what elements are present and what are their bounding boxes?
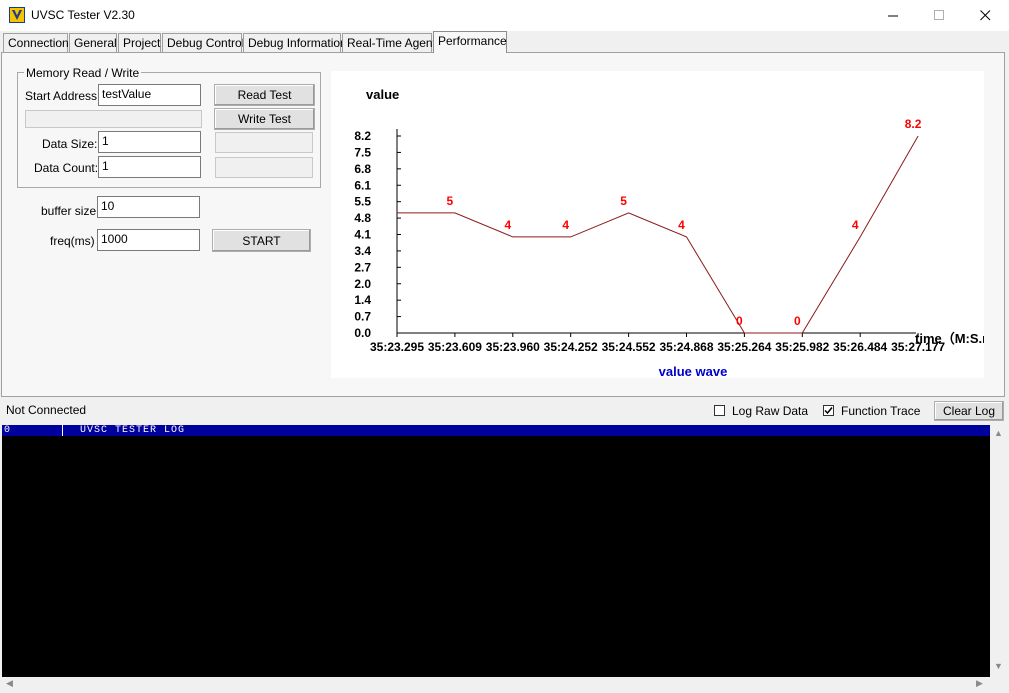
log-output[interactable] xyxy=(2,425,990,677)
data-label: 5 xyxy=(447,194,454,208)
data-label: 8.2 xyxy=(905,117,922,131)
data-count-input[interactable]: 1 xyxy=(98,156,201,178)
clear-log-button[interactable]: Clear Log xyxy=(934,401,1004,421)
tab-connection[interactable]: Connection xyxy=(3,33,69,52)
y-tick-label: 2.7 xyxy=(354,260,371,274)
log-raw-data-checkbox[interactable] xyxy=(714,405,725,416)
scroll-up-icon[interactable]: ▲ xyxy=(994,428,1003,438)
memory-result-field xyxy=(25,110,202,128)
memory-group-label: Memory Read / Write xyxy=(24,66,142,80)
y-tick-label: 6.8 xyxy=(354,162,371,176)
data-label: 4 xyxy=(852,218,859,232)
y-tick-label: 1.4 xyxy=(354,293,371,307)
close-icon xyxy=(979,10,990,21)
y-tick-label: 3.4 xyxy=(354,244,371,258)
connection-status: Not Connected xyxy=(6,403,87,417)
read-test-button[interactable]: Read Test xyxy=(214,84,315,106)
tab-debug-control[interactable]: Debug Control xyxy=(162,33,244,52)
x-tick-label: 35:23.295 xyxy=(370,340,424,354)
y-axis-label: value xyxy=(366,87,399,102)
write-test-button[interactable]: Write Test xyxy=(214,108,315,130)
y-tick-label: 6.1 xyxy=(354,178,371,192)
freq-input[interactable]: 1000 xyxy=(97,229,200,251)
chart-title: value wave xyxy=(659,364,728,378)
data-label: 0 xyxy=(736,314,743,328)
chart-canvas: 0.0 0.7 1.4 2.0 2.7 3.4 4.1 4.8 5.5 6.1 6.8 7.5 8.2 3… xyxy=(354,87,1001,379)
function-trace-label: Function Trace xyxy=(841,404,921,418)
y-tick-label: 4.1 xyxy=(354,228,371,242)
minimize-button[interactable] xyxy=(870,0,916,31)
y-tick-label: 5.5 xyxy=(354,195,371,209)
tab-debug-information[interactable]: Debug Information xyxy=(243,33,347,52)
data-label: 5 xyxy=(620,194,627,208)
log-header: 0 UVSC TESTER LOG xyxy=(2,425,990,436)
scroll-down-icon[interactable]: ▼ xyxy=(994,661,1003,671)
maximize-button[interactable] xyxy=(916,0,962,31)
x-tick-label: 35:24.552 xyxy=(602,340,656,354)
log-vertical-scrollbar[interactable]: ▲ ▼ xyxy=(990,425,1006,677)
data-label: 0 xyxy=(794,314,801,328)
x-tick-label: 35:25.264 xyxy=(717,340,771,354)
minimize-icon xyxy=(887,15,898,17)
app-icon xyxy=(9,7,25,23)
y-tick-label: 7.5 xyxy=(354,145,371,159)
data-count-extra-field xyxy=(215,157,313,178)
y-tick-label: 0.7 xyxy=(354,310,371,324)
data-size-label: Data Size: xyxy=(42,137,98,151)
x-tick-label: 35:23.609 xyxy=(428,340,482,354)
y-tick-label: 8.2 xyxy=(354,129,371,143)
log-horizontal-scrollbar[interactable]: ◀ ▶ xyxy=(2,677,990,691)
close-button[interactable] xyxy=(962,0,1008,31)
data-size-extra-field xyxy=(215,132,313,153)
function-trace-checkbox[interactable] xyxy=(823,405,834,416)
freq-label: freq(ms) xyxy=(50,234,95,248)
maximize-icon xyxy=(933,10,944,20)
tab-project[interactable]: Project xyxy=(118,33,161,52)
window-title: UVSC Tester V2.30 xyxy=(31,8,135,22)
x-tick-label: 35:26.484 xyxy=(833,340,887,354)
start-address-input[interactable]: testValue xyxy=(98,84,201,106)
x-tick-label: 35:24.252 xyxy=(544,340,598,354)
data-size-input[interactable]: 1 xyxy=(98,131,201,153)
scroll-right-icon[interactable]: ▶ xyxy=(976,678,983,689)
scroll-left-icon[interactable]: ◀ xyxy=(6,678,13,689)
data-label: 4 xyxy=(504,218,511,232)
title-bar xyxy=(0,0,1009,31)
x-axis-label: time（M:S.ms xyxy=(915,331,984,346)
tab-real-time-agent[interactable]: Real-Time Agent xyxy=(342,33,436,52)
x-tick-label: 35:24.868 xyxy=(659,340,713,354)
y-tick-label: 0.0 xyxy=(354,326,371,340)
log-header-title: UVSC TESTER LOG xyxy=(80,425,186,436)
data-count-label: Data Count: xyxy=(34,161,99,175)
series-line xyxy=(397,135,919,334)
start-address-label: Start Address: xyxy=(25,89,101,103)
value-wave-chart: 0.0 0.7 1.4 2.0 2.7 3.4 4.1 4.8 5.5 6.1 6.8 7.5 8.2 3… xyxy=(331,71,1001,379)
data-label: 4 xyxy=(678,218,685,232)
y-tick-label: 2.0 xyxy=(354,277,371,291)
data-label: 4 xyxy=(562,218,569,232)
log-header-index: 0 xyxy=(4,425,11,436)
tab-general[interactable]: General xyxy=(69,33,117,52)
checkmark-icon xyxy=(824,407,833,415)
tab-performance[interactable]: Performance xyxy=(433,31,507,53)
x-tick-label: 35:23.960 xyxy=(486,340,540,354)
x-tick-label: 35:25.982 xyxy=(775,340,829,354)
y-tick-label: 4.8 xyxy=(354,211,371,225)
buffer-size-label: buffer size xyxy=(41,204,97,218)
log-raw-data-label: Log Raw Data xyxy=(732,404,809,418)
buffer-size-input[interactable]: 10 xyxy=(97,196,200,218)
start-button[interactable]: START xyxy=(212,229,311,252)
log-header-divider xyxy=(62,425,63,436)
